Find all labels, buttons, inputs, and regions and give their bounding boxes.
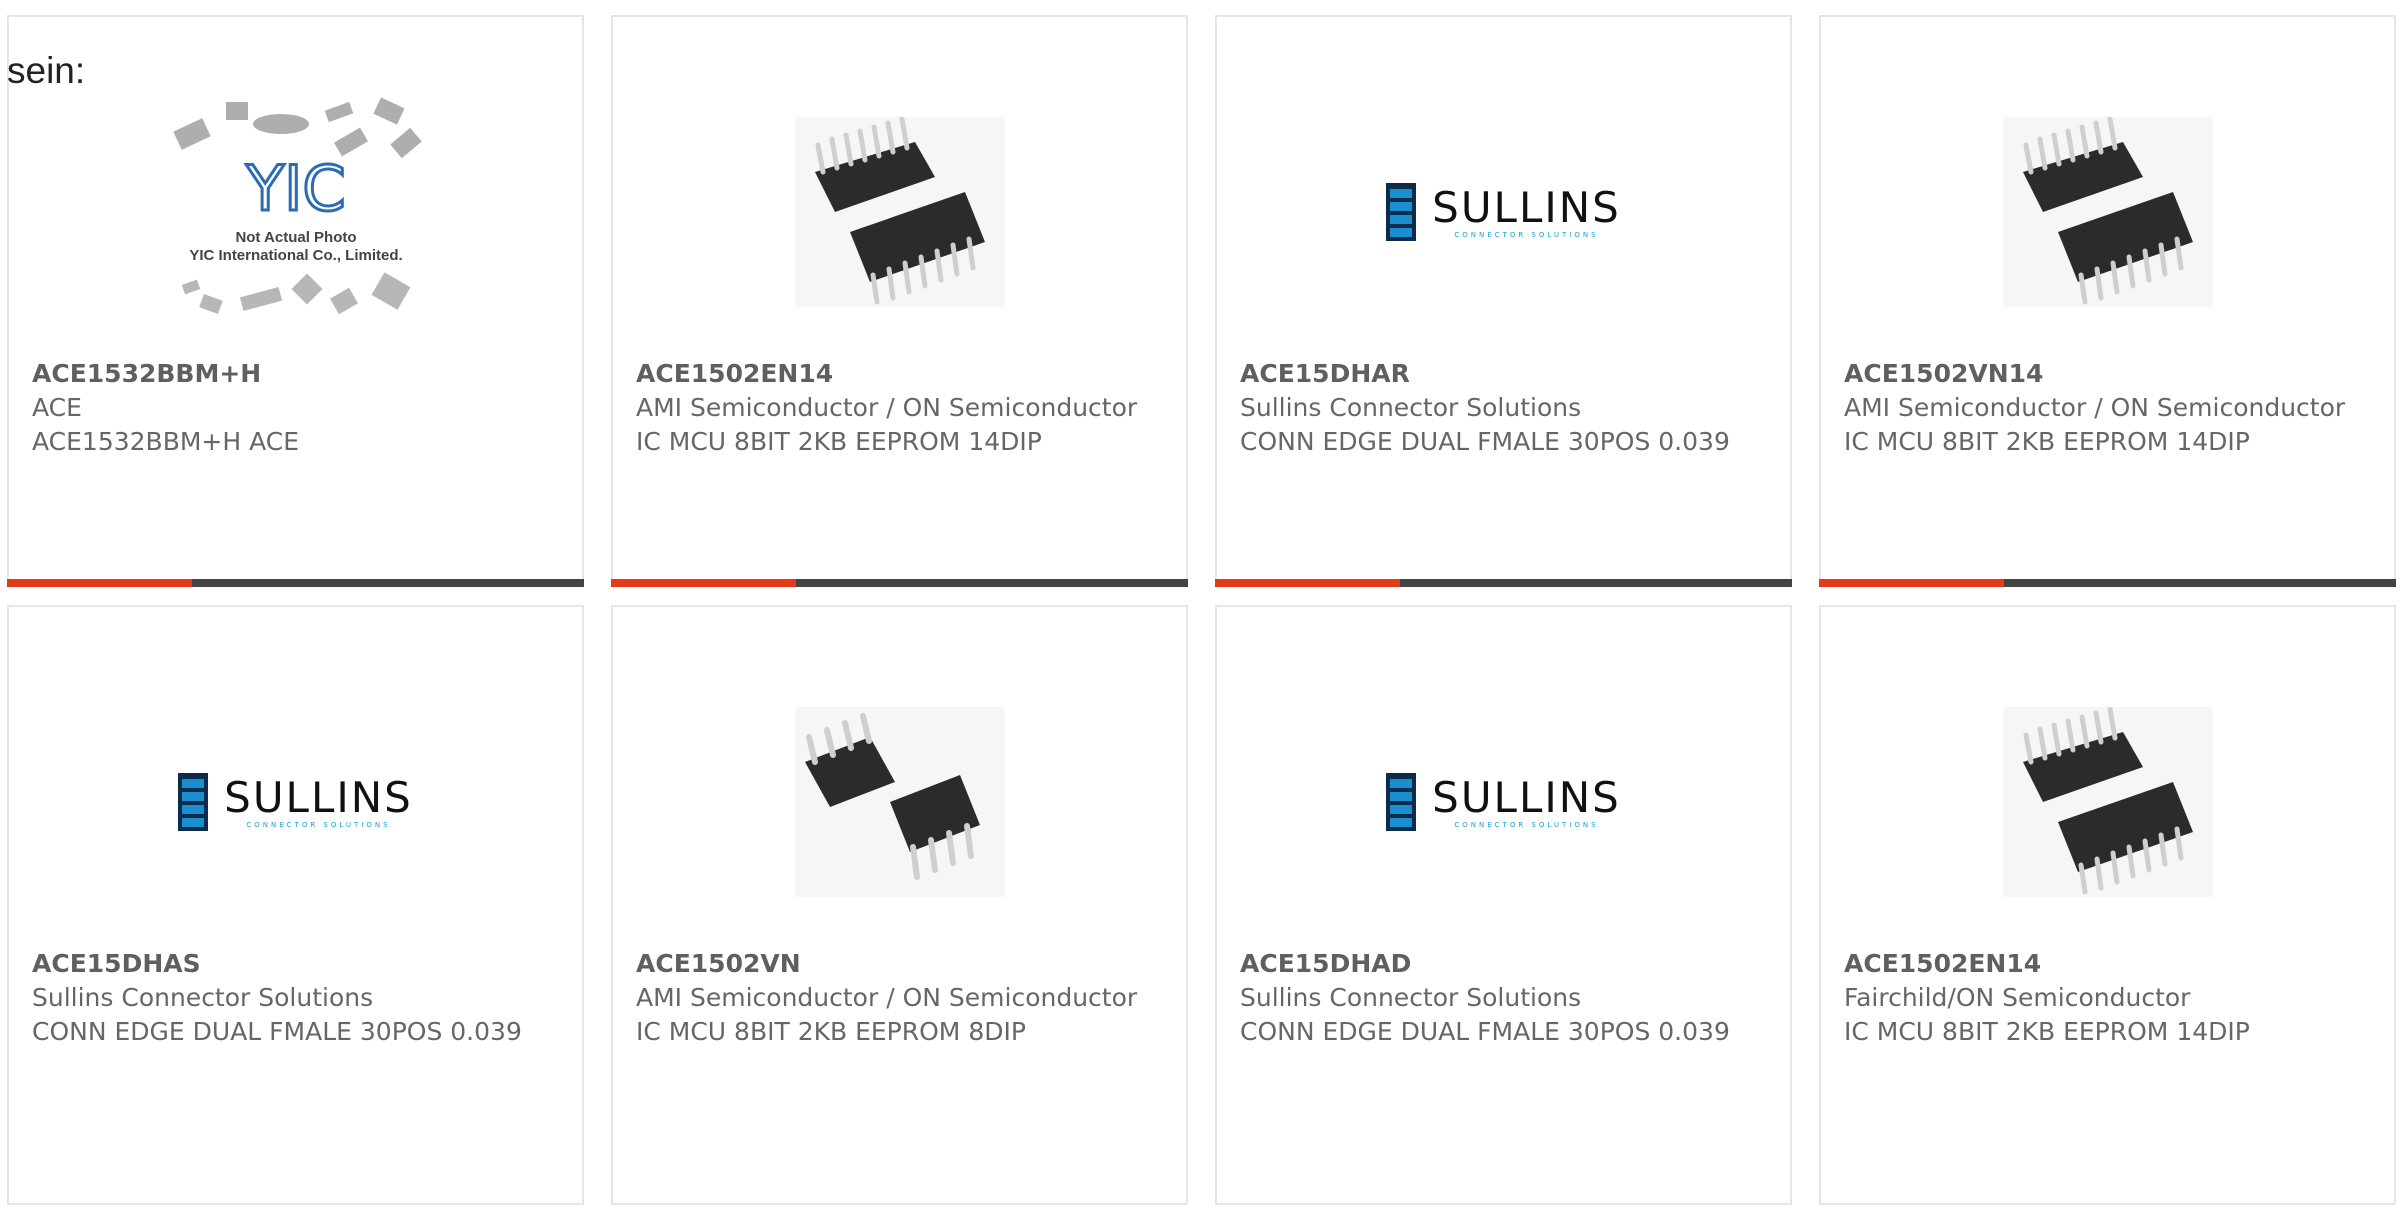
sullins-logo-subtext: CONNECTOR SOLUTIONS — [246, 821, 391, 829]
description: CONN EDGE DUAL FMALE 30POS 0.039 — [32, 1017, 522, 1046]
manufacturer: AMI Semiconductor / ON Semiconductor — [1844, 393, 2346, 422]
part-number[interactable]: ACE1502EN14 — [636, 357, 1166, 391]
description: IC MCU 8BIT 2KB EEPROM 14DIP — [1844, 427, 2250, 456]
description: CONN EDGE DUAL FMALE 30POS 0.039 — [1240, 427, 1730, 456]
product-image[interactable] — [1973, 662, 2243, 942]
product-grid: YIC Not Actual Photo YIC International C… — [7, 15, 2400, 1215]
description: CONN EDGE DUAL FMALE 30POS 0.039 — [1240, 1017, 1730, 1046]
dip14-chip-image — [2002, 707, 2213, 897]
svg-text:YIC International Co., Limited: YIC International Co., Limited. — [189, 247, 402, 264]
sullins-logo-text: SULLINS — [224, 773, 413, 822]
part-number[interactable]: ACE15DHAR — [1240, 357, 1770, 391]
product-card[interactable]: SULLINS CONNECTOR SOLUTIONS ACE15DHAS Su… — [7, 605, 584, 1205]
manufacturer: Sullins Connector Solutions — [32, 983, 374, 1012]
part-number[interactable]: ACE15DHAD — [1240, 947, 1770, 981]
product-image[interactable]: SULLINS CONNECTOR SOLUTIONS — [1369, 72, 1639, 352]
card-accent-bar — [1819, 579, 2396, 587]
manufacturer: AMI Semiconductor / ON Semiconductor — [636, 983, 1138, 1012]
sullins-logo-icon — [178, 773, 209, 831]
part-number[interactable]: ACE1502VN14 — [1844, 357, 2374, 391]
part-number[interactable]: ACE1502VN — [636, 947, 1166, 981]
sullins-logo-text: SULLINS — [1432, 183, 1621, 232]
dip14-chip-image — [794, 117, 1005, 307]
description: ACE1532BBM+H ACE — [32, 427, 300, 456]
sullins-logo-subtext: CONNECTOR SOLUTIONS — [1454, 821, 1599, 829]
product-card[interactable]: SULLINS CONNECTOR SOLUTIONS ACE15DHAD Su… — [1215, 605, 1792, 1205]
svg-text:Not Actual Photo: Not Actual Photo — [235, 229, 356, 246]
product-image[interactable] — [765, 662, 1035, 942]
part-number[interactable]: ACE15DHAS — [32, 947, 562, 981]
product-image[interactable] — [765, 72, 1035, 352]
sullins-logo: SULLINS CONNECTOR SOLUTIONS — [1386, 183, 1621, 241]
yic-placeholder-image: YIC Not Actual Photo YIC International C… — [172, 97, 422, 315]
card-accent-bar — [1215, 579, 1792, 587]
sullins-logo-subtext: CONNECTOR SOLUTIONS — [1454, 231, 1599, 239]
sullins-logo: SULLINS CONNECTOR SOLUTIONS — [178, 773, 413, 831]
sullins-logo-icon — [1386, 183, 1417, 241]
product-card[interactable]: ACE1502VN AMI Semiconductor / ON Semicon… — [611, 605, 1188, 1205]
manufacturer: Sullins Connector Solutions — [1240, 393, 1582, 422]
product-card[interactable]: ACE1502EN14 AMI Semiconductor / ON Semic… — [611, 15, 1188, 587]
description: IC MCU 8BIT 2KB EEPROM 8DIP — [636, 1017, 1026, 1046]
part-number[interactable]: ACE1532BBM+H — [32, 357, 562, 391]
sullins-logo: SULLINS CONNECTOR SOLUTIONS — [1386, 773, 1621, 831]
card-accent-bar — [611, 579, 1188, 587]
card-accent-bar — [7, 579, 584, 587]
intro-text: sein: — [7, 50, 86, 91]
product-image[interactable]: SULLINS CONNECTOR SOLUTIONS — [1369, 662, 1639, 942]
product-card[interactable]: SULLINS CONNECTOR SOLUTIONS ACE15DHAR Su… — [1215, 15, 1792, 587]
part-number[interactable]: ACE1502EN14 — [1844, 947, 2374, 981]
dip8-chip-image — [794, 707, 1005, 897]
manufacturer: Fairchild/ON Semiconductor — [1844, 983, 2191, 1012]
product-card[interactable]: YIC Not Actual Photo YIC International C… — [7, 15, 584, 587]
product-card[interactable]: ACE1502VN14 AMI Semiconductor / ON Semic… — [1819, 15, 2396, 587]
sullins-logo-icon — [1386, 773, 1417, 831]
yic-logo: YIC — [245, 152, 345, 225]
product-image[interactable]: YIC Not Actual Photo YIC International C… — [161, 72, 431, 352]
manufacturer: Sullins Connector Solutions — [1240, 983, 1582, 1012]
dip14-chip-image — [2002, 117, 2213, 307]
product-card[interactable]: ACE1502EN14 Fairchild/ON Semiconductor I… — [1819, 605, 2396, 1205]
manufacturer: AMI Semiconductor / ON Semiconductor — [636, 393, 1138, 422]
sullins-logo-text: SULLINS — [1432, 773, 1621, 822]
description: IC MCU 8BIT 2KB EEPROM 14DIP — [1844, 1017, 2250, 1046]
product-image[interactable] — [1973, 72, 2243, 352]
manufacturer: ACE — [32, 393, 82, 422]
description: IC MCU 8BIT 2KB EEPROM 14DIP — [636, 427, 1042, 456]
product-image[interactable]: SULLINS CONNECTOR SOLUTIONS — [161, 662, 431, 942]
